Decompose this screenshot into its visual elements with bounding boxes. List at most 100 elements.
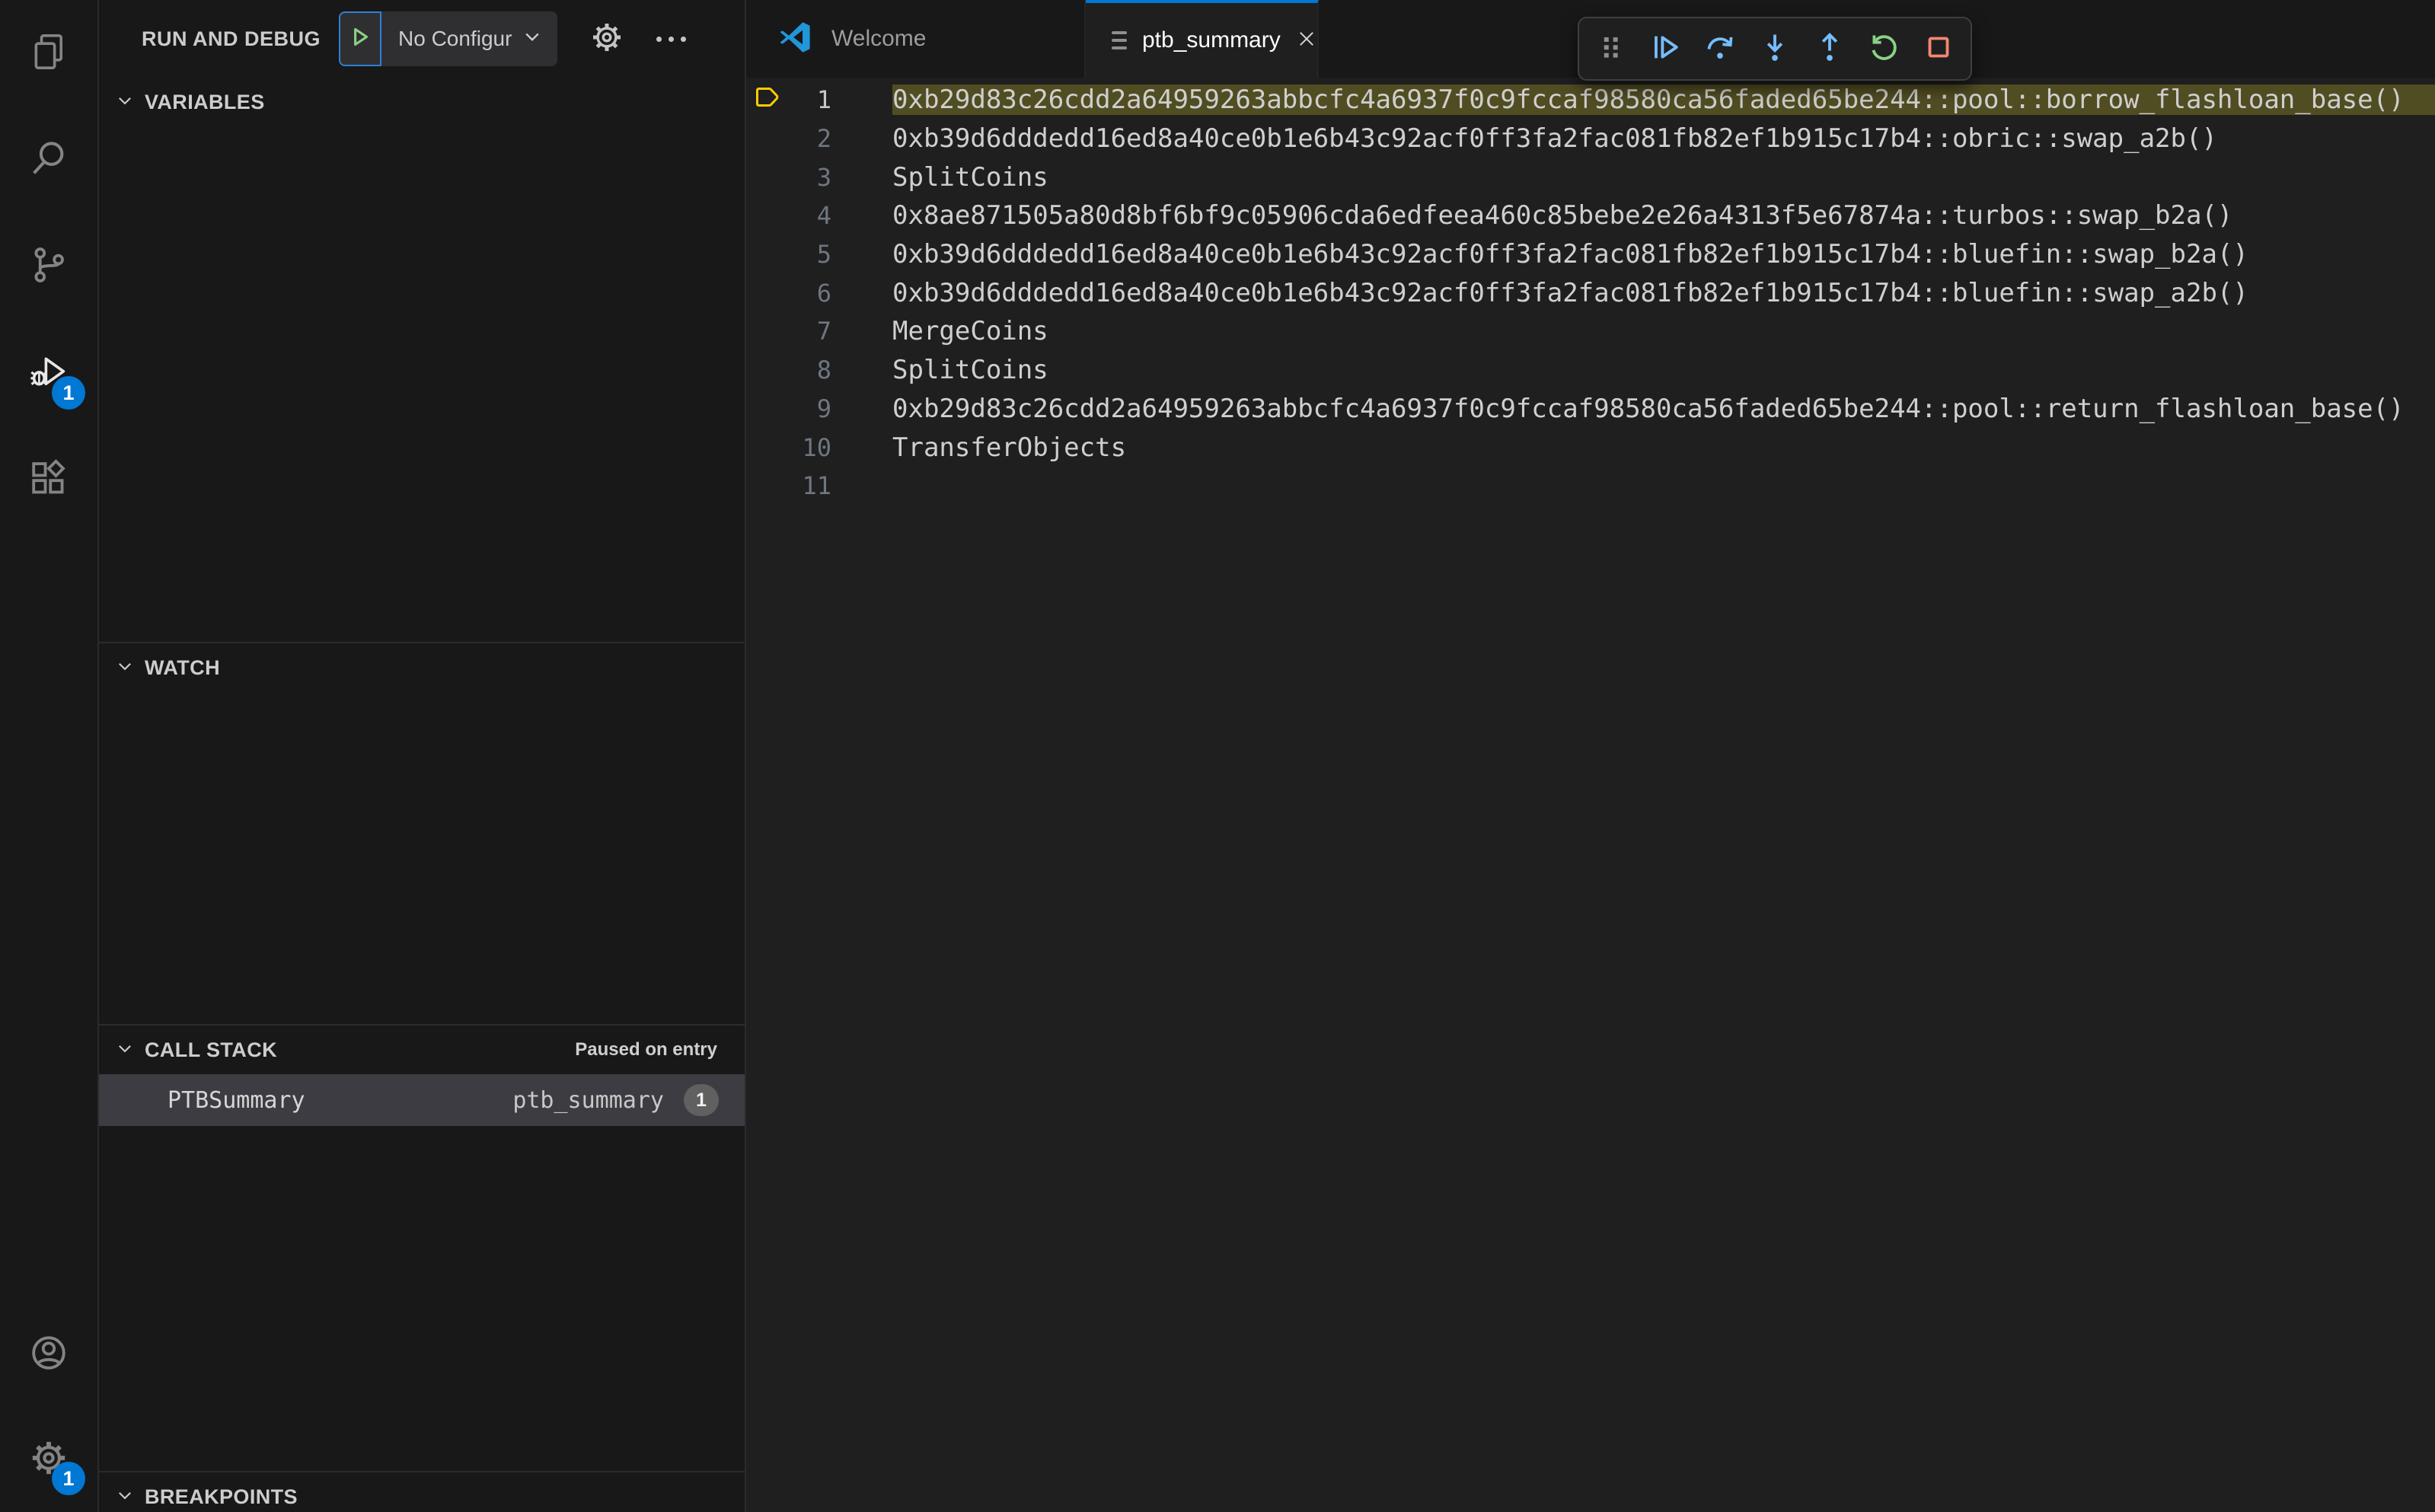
sidebar-header: RUN AND DEBUG No Configur xyxy=(99,0,745,78)
restart-icon xyxy=(1867,30,1902,69)
sidebar-item-run-and-debug[interactable]: 1 xyxy=(0,320,97,426)
toolbar-drag-handle[interactable] xyxy=(1588,26,1634,72)
code-text[interactable]: 0xb29d83c26cdd2a64959263abbcfc4a6937f0c9… xyxy=(892,394,2435,424)
breakpoints-section: BREAKPOINTS xyxy=(99,1471,745,1512)
call-stack-section: CALL STACK Paused on entry PTBSummary pt… xyxy=(99,1024,745,1471)
tab-welcome[interactable]: Welcome xyxy=(746,0,1086,78)
sidebar-item-source-control[interactable] xyxy=(0,213,97,320)
watch-section-header[interactable]: WATCH xyxy=(99,643,745,692)
line-number: 6 xyxy=(816,278,831,308)
line-number: 4 xyxy=(816,201,831,231)
line-number: 8 xyxy=(816,356,831,385)
line-number: 9 xyxy=(816,394,831,423)
section-label: CALL STACK xyxy=(145,1038,277,1061)
close-icon xyxy=(1296,28,1317,53)
code-text[interactable]: 0x8ae871505a80d8bf6bf9c05906cda6edfeea46… xyxy=(892,200,2435,231)
gutter-breakpoint-margin[interactable] xyxy=(746,85,792,114)
continue-icon xyxy=(1648,30,1683,69)
code-line: 8 SplitCoins xyxy=(746,351,2435,390)
sidebar-item-explorer[interactable] xyxy=(0,0,97,107)
code-line: 6 0xb39d6dddedd16ed8a40ce0b1e6b43c92acf0… xyxy=(746,273,2435,312)
activity-bar-bottom: 1 xyxy=(0,1302,97,1512)
chevron-down-icon xyxy=(116,91,145,113)
call-stack-body xyxy=(99,1126,745,1471)
code-editor[interactable]: 1 0xb29d83c26cdd2a64959263abbcfc4a6937f0… xyxy=(746,78,2435,1512)
tab-ptb-summary[interactable]: ptb_summary xyxy=(1086,0,1319,78)
code-line: 5 0xb39d6dddedd16ed8a40ce0b1e6b43c92acf0… xyxy=(746,235,2435,274)
launch-control: No Configur xyxy=(339,11,558,66)
call-stack-frame-row[interactable]: PTBSummary ptb_summary 1 xyxy=(99,1074,745,1126)
frame-source: ptb_summary xyxy=(512,1086,664,1114)
settings-button[interactable]: 1 xyxy=(0,1407,97,1512)
step-into-button[interactable] xyxy=(1752,26,1798,72)
code-text[interactable]: 0xb39d6dddedd16ed8a40ce0b1e6b43c92acf0ff… xyxy=(892,123,2435,154)
stop-icon xyxy=(1921,30,1956,69)
tab-label: Welcome xyxy=(831,26,927,51)
ellipsis-icon xyxy=(656,36,687,42)
section-label: VARIABLES xyxy=(145,90,265,113)
chevron-down-icon xyxy=(116,657,145,679)
restart-button[interactable] xyxy=(1862,26,1907,72)
extensions-icon xyxy=(28,458,69,502)
debug-toolbar xyxy=(1578,17,1972,81)
code-line: 7 MergeCoins xyxy=(746,312,2435,351)
code-line: 2 0xb39d6dddedd16ed8a40ce0b1e6b43c92acf0… xyxy=(746,120,2435,158)
stop-button[interactable] xyxy=(1916,26,1961,72)
source-control-icon xyxy=(28,244,69,289)
breakpoints-section-header[interactable]: BREAKPOINTS xyxy=(99,1472,745,1512)
line-number: 10 xyxy=(802,432,831,462)
account-icon xyxy=(28,1332,69,1377)
views-and-more-actions-button[interactable] xyxy=(656,36,687,42)
code-text[interactable]: TransferObjects xyxy=(892,432,2435,463)
code-text[interactable]: SplitCoins xyxy=(892,162,2435,193)
code-line: 11 xyxy=(746,467,2435,506)
step-over-icon xyxy=(1703,30,1738,69)
grip-icon xyxy=(1594,30,1629,69)
chevron-down-icon xyxy=(522,27,542,52)
chevron-down-icon xyxy=(116,1486,145,1508)
variables-section: VARIABLES xyxy=(99,78,745,642)
watch-section: WATCH xyxy=(99,642,745,1024)
start-debugging-button[interactable] xyxy=(339,11,381,66)
step-into-icon xyxy=(1757,30,1792,69)
open-launch-json-button[interactable] xyxy=(589,20,624,59)
gear-icon xyxy=(589,20,624,59)
code-text[interactable]: SplitCoins xyxy=(892,355,2435,385)
code-text[interactable]: 0xb29d83c26cdd2a64959263abbcfc4a6937f0c9… xyxy=(892,85,2435,116)
editor-group: Welcome ptb_summary 1 0xb29d83c26cdd2a64… xyxy=(746,0,2435,1512)
frame-count-badge: 1 xyxy=(684,1084,719,1116)
code-text[interactable]: 0xb39d6dddedd16ed8a40ce0b1e6b43c92acf0ff… xyxy=(892,278,2435,308)
list-file-icon xyxy=(1112,31,1127,49)
code-line: 3 SplitCoins xyxy=(746,158,2435,196)
debug-configuration-dropdown[interactable]: No Configur xyxy=(381,11,557,66)
step-out-button[interactable] xyxy=(1807,26,1853,72)
search-icon xyxy=(28,138,69,183)
close-tab-button[interactable] xyxy=(1296,25,1317,56)
code-text[interactable]: 0xb39d6dddedd16ed8a40ce0b1e6b43c92acf0ff… xyxy=(892,239,2435,270)
line-number: 3 xyxy=(816,162,831,192)
code-text[interactable]: MergeCoins xyxy=(892,316,2435,346)
sidebar-item-search[interactable] xyxy=(0,107,97,213)
code-line: 9 0xb29d83c26cdd2a64959263abbcfc4a6937f0… xyxy=(746,390,2435,429)
continue-button[interactable] xyxy=(1643,26,1689,72)
watch-body xyxy=(99,692,745,1024)
code-line: 10 TransferObjects xyxy=(746,428,2435,467)
step-over-button[interactable] xyxy=(1697,26,1743,72)
files-icon xyxy=(28,31,69,76)
frame-name: PTBSummary xyxy=(168,1086,305,1114)
line-number: 5 xyxy=(816,240,831,270)
code-line: 1 0xb29d83c26cdd2a64959263abbcfc4a6937f0… xyxy=(746,81,2435,120)
line-number: 1 xyxy=(816,85,831,115)
sidebar-item-extensions[interactable] xyxy=(0,426,97,533)
variables-body xyxy=(99,126,745,642)
tab-label: ptb_summary xyxy=(1142,27,1281,53)
variables-section-header[interactable]: VARIABLES xyxy=(99,78,745,126)
call-stack-section-header[interactable]: CALL STACK Paused on entry xyxy=(99,1026,745,1074)
accounts-button[interactable] xyxy=(0,1302,97,1407)
pause-status-text: Paused on entry xyxy=(575,1039,717,1060)
chevron-down-icon xyxy=(116,1039,145,1061)
debug-badge: 1 xyxy=(52,376,85,410)
vscode-window: 1 1 RUN AND DEBUG No Configur VARIABLES … xyxy=(0,0,2435,1512)
section-label: WATCH xyxy=(145,656,220,679)
line-number: 11 xyxy=(802,471,831,501)
